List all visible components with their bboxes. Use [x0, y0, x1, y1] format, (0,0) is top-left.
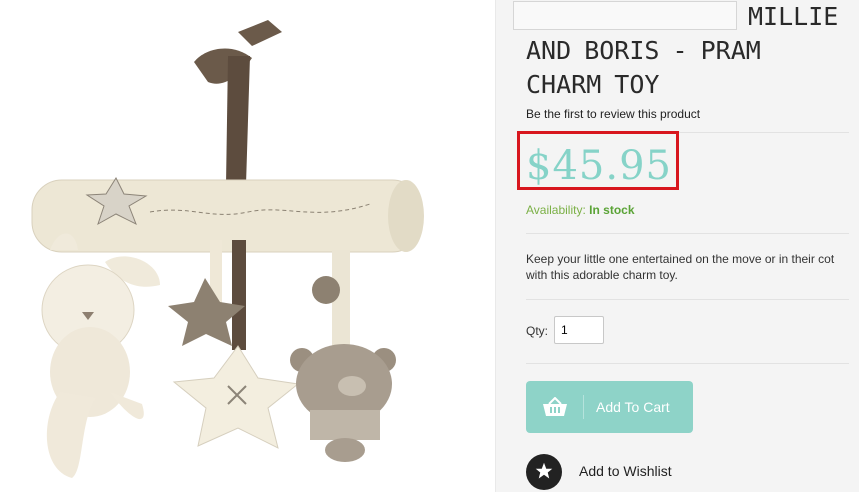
product-image-panel	[0, 0, 496, 492]
basket-icon	[542, 396, 568, 420]
qty-label: Qty:	[526, 324, 549, 338]
product-description: Keep your little one entertained on the …	[526, 252, 835, 282]
product-price: $45.95	[526, 143, 672, 189]
add-to-cart-button[interactable]: Add To Cart	[526, 381, 693, 433]
stock-status: In stock	[589, 203, 635, 217]
product-image[interactable]	[0, 0, 495, 492]
product-title: MILLIE AND BORIS - PRAM CHARM TOY	[526, 2, 839, 99]
availability: Availability: In stock	[526, 203, 635, 217]
availability-label: Availability:	[526, 203, 586, 217]
qty-input[interactable]	[554, 316, 604, 344]
add-to-cart-label: Add To Cart	[596, 399, 670, 415]
divider	[526, 233, 849, 234]
divider	[526, 363, 849, 364]
product-details: MILLIE AND BORIS - PRAM CHARM TOY Be the…	[496, 0, 859, 492]
button-divider	[583, 395, 584, 419]
star-icon	[535, 462, 553, 479]
wishlist-circle	[526, 454, 562, 490]
wishlist-label: Add to Wishlist	[579, 463, 672, 479]
review-link[interactable]: Be the first to review this product	[526, 107, 700, 121]
divider	[526, 299, 849, 300]
